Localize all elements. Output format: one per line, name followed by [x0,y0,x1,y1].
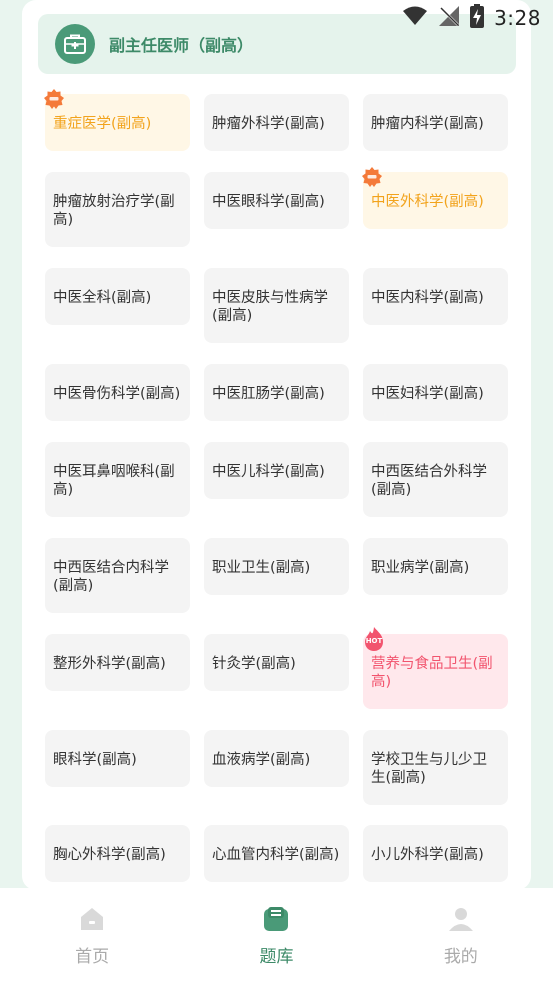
nav-label-question-bank: 题库 [259,947,294,967]
nav-label-home: 首页 [75,947,110,967]
subject-label: 血液病学(副高) [212,751,311,768]
subject-card: 副主任医师（副高） 重症医学(副高) 肿瘤外科学(副高) 肿瘤内科学(副高) 肿瘤放射… [22,0,531,890]
status-bar: 3:28 [0,0,553,36]
subject-label: 肿瘤放射治疗学(副高) [53,194,175,228]
subject-label: 肿瘤内科学(副高) [371,115,484,132]
subject-tile[interactable]: 中医妇科学(副高) [363,364,508,421]
subject-label: 眼科学(副高) [53,751,137,768]
subject-label: 重症医学(副高) [53,115,152,132]
subject-tile[interactable]: 中医全科(副高) [45,268,190,325]
nav-item-question-bank[interactable]: 题库 [184,888,368,983]
subject-tile[interactable]: 中医内科学(副高) [363,268,508,325]
subject-label: 整形外科学(副高) [53,655,166,672]
subject-tile[interactable]: 中西医结合外科学(副高) [363,442,508,517]
subject-label: 胸心外科学(副高) [53,846,166,863]
nav-item-home[interactable]: 首页 [0,888,184,983]
signal-off-icon [438,5,460,31]
subject-tile[interactable]: 重症医学(副高) [44,89,190,151]
subject-tile[interactable]: 营养与食品卫生(副高) HOT [363,627,508,709]
subject-label: 中医外科学(副高) [371,193,484,210]
subject-label: 中医眼科学(副高) [212,193,325,210]
subject-label: 小儿外科学(副高) [371,846,484,863]
subject-tile[interactable]: 中医骨伤科学(副高) [45,364,190,421]
subject-label: 职业病学(副高) [371,559,470,576]
subject-tile[interactable]: 小儿外科学(副高) [363,825,508,882]
subject-label: 职业卫生(副高) [212,559,311,576]
hot-badge-icon: HOT [361,626,387,652]
subject-label: 中医全科(副高) [53,289,152,306]
subject-label: 中西医结合内科学(副高) [53,560,169,594]
wifi-icon [402,6,428,30]
subject-label: 中医妇科学(副高) [371,385,484,402]
subject-label: 心血管内科学(副高) [212,846,340,863]
subject-label: 中医儿科学(副高) [212,463,325,480]
status-time: 3:28 [494,6,541,30]
subject-tile[interactable]: 血液病学(副高) [204,730,349,787]
subject-label: 中医骨伤科学(副高) [53,385,181,402]
subject-tile[interactable]: 学校卫生与儿少卫生(副高) [363,730,508,805]
bottom-nav: 首页 题库 我的 [0,888,553,983]
home-icon [77,904,107,934]
subject-tile[interactable]: 中医眼科学(副高) [204,172,349,229]
subject-label: 中西医结合外科学(副高) [371,464,487,498]
subject-tile[interactable]: 中医肛肠学(副高) [204,364,349,421]
subject-label: 中医内科学(副高) [371,289,484,306]
status-icons: 3:28 [402,4,541,32]
subject-tile[interactable]: 中医皮肤与性病学(副高) [204,268,349,343]
subject-tile[interactable]: 中医耳鼻咽喉科(副高) [45,442,190,517]
recommend-badge-icon [43,88,65,110]
subject-tile[interactable]: 中西医结合内科学(副高) [45,538,190,613]
hot-badge-text: HOT [365,637,383,645]
nav-item-profile[interactable]: 我的 [369,888,553,983]
subject-label: 针灸学(副高) [212,655,296,672]
subject-tile[interactable]: 眼科学(副高) [45,730,190,787]
subject-tile[interactable]: 心血管内科学(副高) [204,825,349,882]
subject-tile[interactable]: 肿瘤放射治疗学(副高) [45,172,190,247]
subject-tile[interactable]: 针灸学(副高) [204,634,349,691]
subject-label: 肿瘤外科学(副高) [212,115,325,132]
subject-tile[interactable]: 胸心外科学(副高) [45,825,190,882]
subject-tile[interactable]: 中医外科学(副高) [362,167,508,229]
subject-tile[interactable]: 肿瘤外科学(副高) [204,94,349,151]
battery-charging-icon [470,4,485,32]
subject-tile[interactable]: 整形外科学(副高) [45,634,190,691]
subject-tile[interactable]: 职业卫生(副高) [204,538,349,595]
subject-label: 中医肛肠学(副高) [212,385,325,402]
subject-tile[interactable]: 职业病学(副高) [363,538,508,595]
nav-label-profile: 我的 [443,947,478,967]
recommend-badge-icon [361,166,383,188]
profile-icon [446,904,476,934]
question-bank-icon [261,904,291,934]
subject-tile[interactable]: 中医儿科学(副高) [204,442,349,499]
subject-label: 营养与食品卫生(副高) [371,656,493,690]
subject-label: 中医耳鼻咽喉科(副高) [53,464,175,498]
subject-tile[interactable]: 肿瘤内科学(副高) [363,94,508,151]
subject-label: 学校卫生与儿少卫生(副高) [371,752,487,786]
subject-label: 中医皮肤与性病学(副高) [212,290,328,324]
